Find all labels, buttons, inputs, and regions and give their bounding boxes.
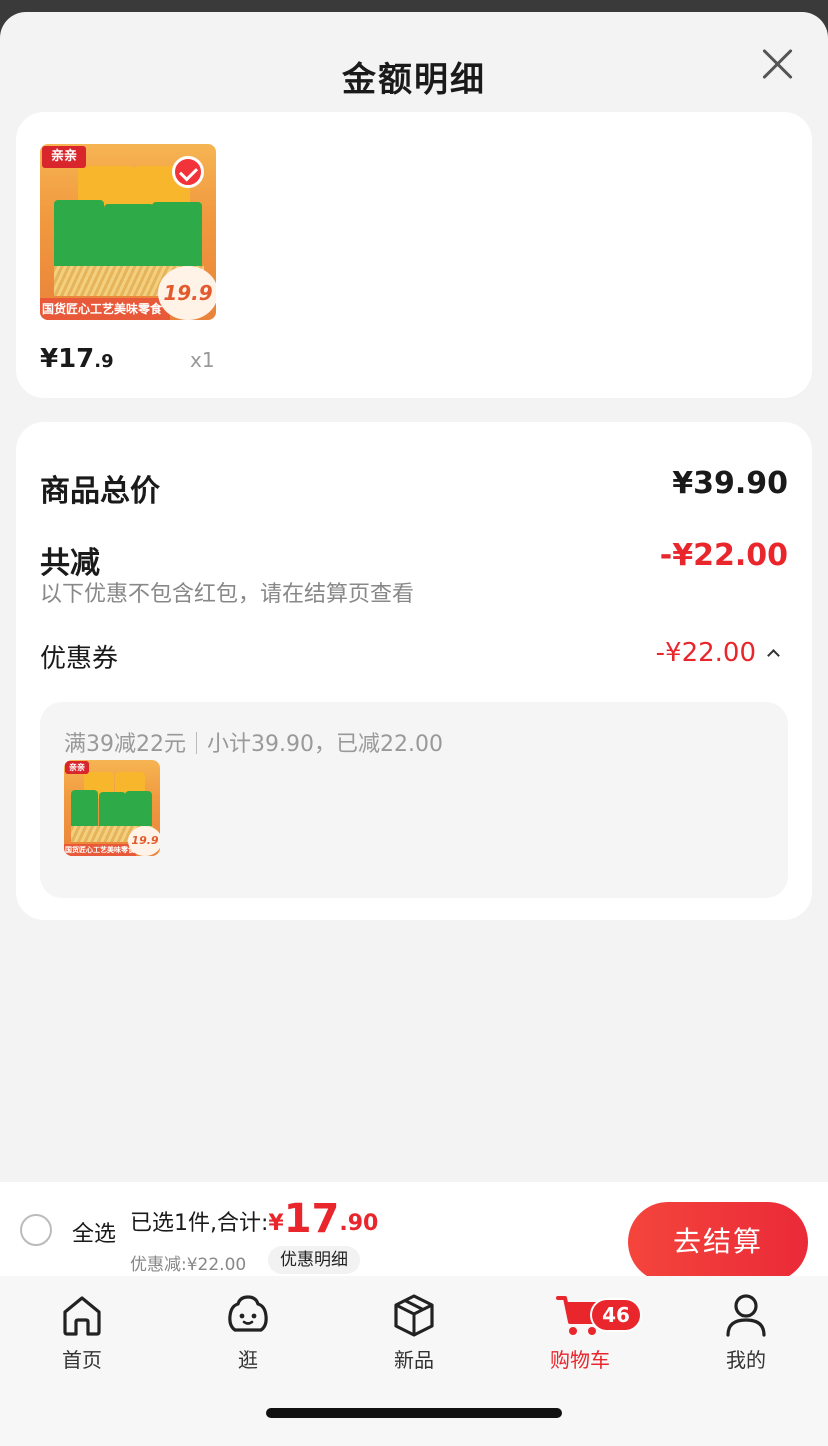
sheet-title: 金额明细 [342, 60, 486, 100]
brand-logo: 亲亲 [65, 761, 89, 774]
product-quantity: x1 [190, 348, 215, 372]
discount-detail-button[interactable]: 优惠明细 [268, 1246, 360, 1274]
tab-cart[interactable]: 购物车 46 [520, 1290, 642, 1373]
cart-count-badge: 46 [590, 1298, 642, 1332]
selected-total: 已选1件,合计:¥17.90 [130, 1196, 379, 1242]
total-price-label: 商品总价 [40, 474, 160, 509]
home-indicator [266, 1408, 562, 1418]
coupon-value[interactable]: -¥22.00 [656, 638, 756, 668]
browse-face-icon [228, 1295, 268, 1332]
product-price-seal: 19.9 [158, 266, 216, 320]
close-icon[interactable] [756, 42, 800, 86]
select-all-checkbox[interactable] [20, 1214, 52, 1246]
tab-new[interactable]: 新品 [354, 1290, 474, 1373]
bottom-tab-bar: 首页 逛 新品 购物车 46 我的 [0, 1276, 828, 1446]
coupon-product-image[interactable]: 亲亲 国货匠心工艺美味零食 19.9 [64, 760, 160, 856]
amount-detail-sheet: 金额明细 亲亲 国货匠心工艺美味零食 19.9 ¥17.9 x1 商品总价 ¥3… [0, 12, 828, 1446]
brand-logo: 亲亲 [42, 146, 86, 168]
product-price-seal: 19.9 [128, 826, 160, 856]
tab-home[interactable]: 首页 [22, 1290, 142, 1373]
tab-profile[interactable]: 我的 [686, 1290, 806, 1373]
box-icon [394, 1294, 434, 1337]
discount-amount: 优惠减:¥22.00 [130, 1255, 247, 1275]
select-all-label[interactable]: 全选 [72, 1216, 116, 1248]
tab-browse[interactable]: 逛 [188, 1290, 308, 1373]
divider [196, 732, 197, 754]
product-card: 亲亲 国货匠心工艺美味零食 19.9 ¥17.9 x1 [16, 112, 812, 398]
product-price: ¥17.9 [40, 344, 114, 374]
total-price-value: ¥39.90 [672, 466, 788, 501]
reduction-note: 以下优惠不包含红包，请在结算页查看 [40, 582, 415, 607]
coupon-detail-text: 满39减22元 小计39.90，已减22.00 [64, 732, 443, 757]
chevron-up-icon[interactable] [767, 649, 780, 662]
home-icon [63, 1296, 101, 1336]
checkout-bar: 全选 已选1件,合计:¥17.90 优惠减:¥22.00 优惠明细 去结算 [0, 1182, 828, 1282]
checkout-button[interactable]: 去结算 [628, 1202, 808, 1282]
product-banner-text: 国货匠心工艺美味零食 [40, 298, 170, 320]
coupon-label[interactable]: 优惠券 [40, 638, 118, 675]
product-banner-text: 国货匠心工艺美味零食 [64, 844, 136, 856]
user-icon [726, 1294, 766, 1337]
selected-check-icon[interactable] [172, 156, 204, 188]
total-reduction-value: -¥22.00 [659, 538, 788, 573]
